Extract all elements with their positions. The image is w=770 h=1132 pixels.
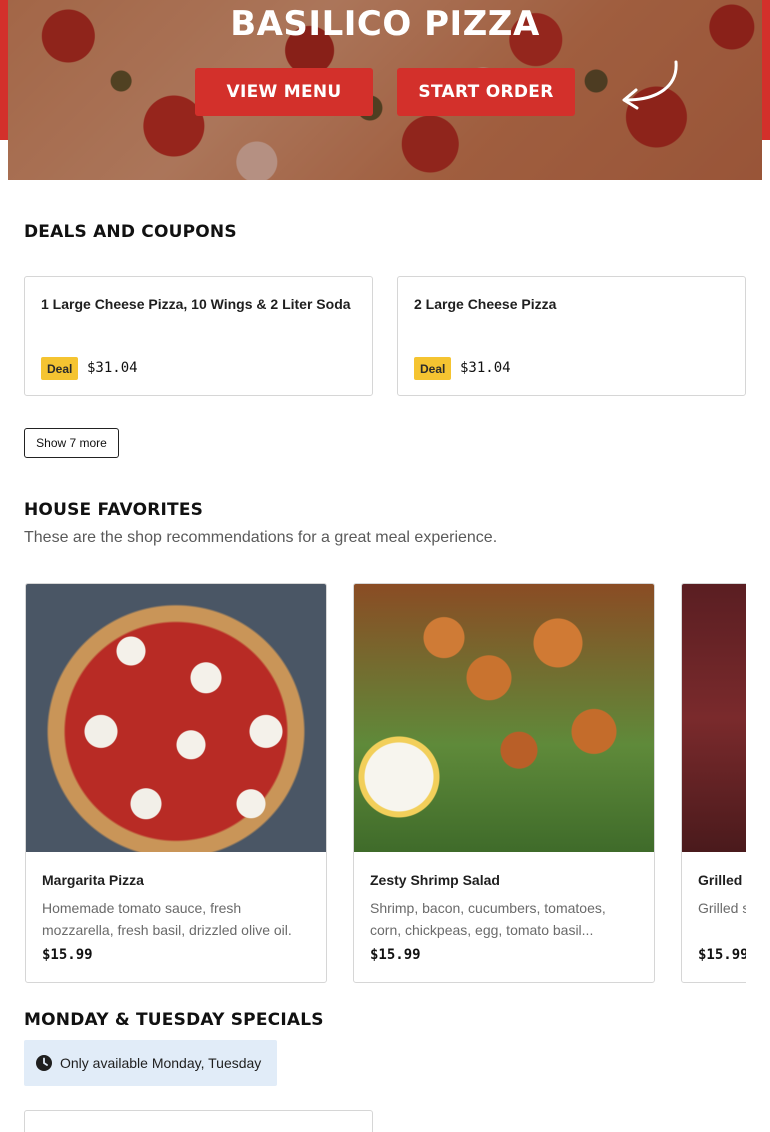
menu-item-card[interactable]: Zesty Shrimp Salad Shrimp, bacon, cucumb…: [353, 583, 655, 983]
menu-item-image: [682, 584, 746, 852]
deal-price: $31.04: [87, 360, 138, 376]
availability-text: Only available Monday, Tuesday: [60, 1055, 262, 1071]
favorites-carousel[interactable]: Margarita Pizza Homemade tomato sauce, f…: [24, 582, 746, 984]
deal-name: 2 Large Cheese Pizza: [414, 296, 557, 312]
menu-item-card[interactable]: Margarita Pizza Homemade tomato sauce, f…: [25, 583, 327, 983]
menu-item-price: $15.99: [370, 947, 421, 963]
menu-item-name: Zesty Shrimp Salad: [370, 872, 500, 888]
deal-badge: Deal: [41, 357, 79, 380]
show-more-deals-button[interactable]: Show 7 more: [24, 428, 119, 458]
view-menu-button[interactable]: VIEW MENU: [195, 68, 373, 116]
deal-badge: Deal: [414, 357, 452, 380]
special-item-card[interactable]: [24, 1110, 373, 1132]
restaurant-title: BASILICO PIZZA: [230, 4, 540, 44]
curved-arrow-icon: [622, 60, 678, 110]
menu-item-price: $15.99: [42, 947, 93, 963]
menu-item-image: [26, 584, 326, 852]
menu-item-image: [354, 584, 654, 852]
menu-item-name: Grilled S: [698, 872, 746, 888]
favorites-subtitle: These are the shop recommendations for a…: [24, 529, 498, 546]
deal-card[interactable]: 1 Large Cheese Pizza, 10 Wings & 2 Liter…: [24, 276, 373, 396]
menu-item-description: Homemade tomato sauce, fresh mozzarella,…: [42, 900, 292, 938]
specials-section-title: MONDAY & TUESDAY SPECIALS: [24, 1010, 324, 1030]
deal-card[interactable]: 2 Large Cheese Pizza Deal $31.04: [397, 276, 746, 396]
menu-item-name: Margarita Pizza: [42, 872, 144, 888]
deals-section-title: DEALS AND COUPONS: [24, 222, 237, 242]
menu-item-description: Shrimp, bacon, cucumbers, tomatoes, corn…: [370, 900, 606, 938]
start-order-button[interactable]: START ORDER: [397, 68, 575, 116]
availability-notice: Only available Monday, Tuesday: [24, 1040, 277, 1086]
clock-icon: [36, 1055, 52, 1071]
deal-price: $31.04: [460, 360, 511, 376]
menu-item-description: Grilled s tomato: [698, 900, 746, 916]
favorites-section-title: HOUSE FAVORITES: [24, 500, 204, 520]
menu-item-price: $15.99: [698, 947, 746, 963]
deal-name: 1 Large Cheese Pizza, 10 Wings & 2 Liter…: [41, 296, 351, 312]
menu-item-card[interactable]: Grilled S Grilled s tomato $15.99: [681, 583, 746, 983]
